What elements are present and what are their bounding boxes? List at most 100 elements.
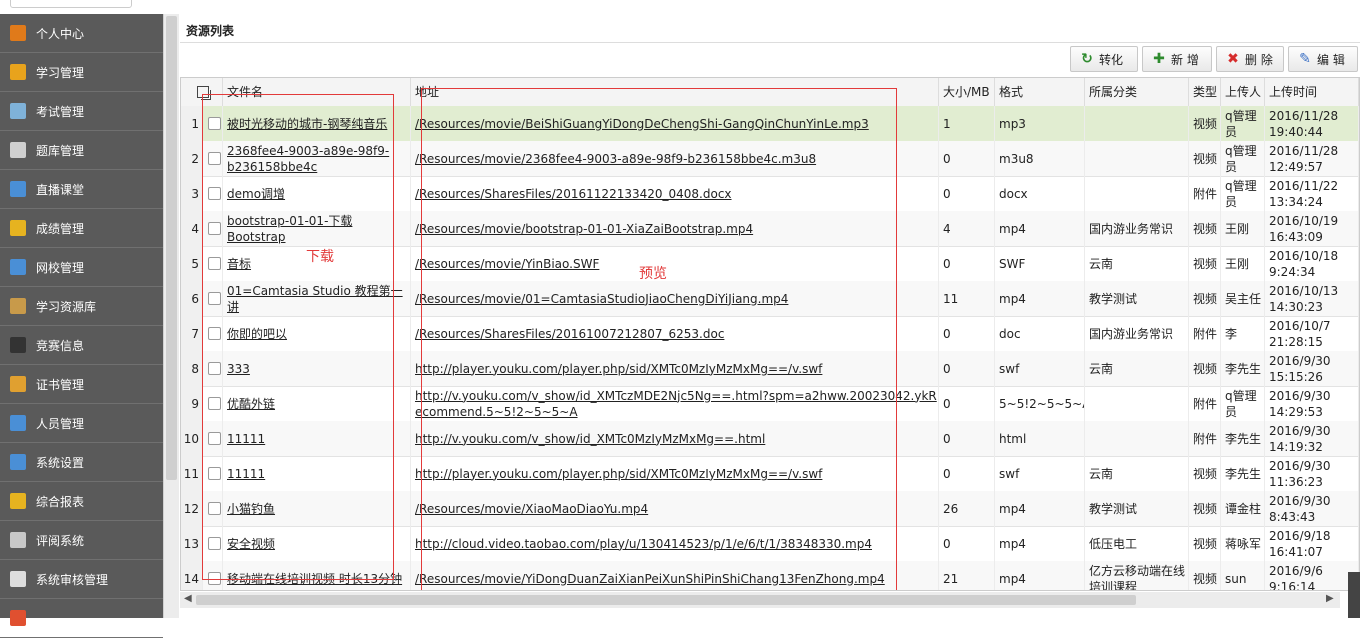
table-row[interactable]: 4 bootstrap-01-01-下载Bootstrap/Resources/m… bbox=[181, 211, 1359, 247]
delete-button[interactable]: ✖ 删 除 bbox=[1216, 46, 1284, 72]
row-number: 11 bbox=[181, 456, 203, 491]
cell-fmt: 5~5!2~5~5~A bbox=[995, 386, 1085, 421]
file-path-link[interactable]: /Resources/movie/2368fee4-9003-a89e-98f9… bbox=[415, 151, 816, 167]
file-path-link[interactable]: /Resources/movie/01=CamtasiaStudioJiaoCh… bbox=[415, 291, 788, 307]
file-name-link[interactable]: demo调增 bbox=[227, 186, 285, 202]
row-checkbox[interactable] bbox=[208, 327, 221, 340]
row-checkbox[interactable] bbox=[208, 572, 221, 585]
cell-cat bbox=[1085, 106, 1189, 141]
sidebar-item-8[interactable]: 竞赛信息 bbox=[0, 326, 163, 365]
file-path-link[interactable]: http://v.youku.com/v_show/id_XMTczMDE2Nj… bbox=[415, 388, 938, 420]
row-checkbox[interactable] bbox=[208, 362, 221, 375]
sidebar-item-9[interactable]: 证书管理 bbox=[0, 365, 163, 404]
table-row[interactable]: 13 安全视频 http://cloud.video.taobao.com/play… bbox=[181, 526, 1359, 562]
col-header-type[interactable]: 类型 bbox=[1189, 78, 1221, 106]
table-row[interactable]: 14 移动端在线培训视频 时长13分钟/Resources/movie/YiDon… bbox=[181, 561, 1359, 590]
row-checkbox[interactable] bbox=[208, 222, 221, 235]
file-name-link[interactable]: 优酷外链 bbox=[227, 396, 275, 412]
col-header-size[interactable]: 大小/MB bbox=[939, 78, 995, 106]
file-name-link[interactable]: 01=Camtasia Studio 教程第一讲 bbox=[227, 283, 410, 315]
file-path-link[interactable]: http://player.youku.com/player.php/sid/X… bbox=[415, 466, 822, 482]
file-name-link[interactable]: 11111 bbox=[227, 466, 265, 482]
file-path-link[interactable]: http://cloud.video.taobao.com/play/u/130… bbox=[415, 536, 872, 552]
file-name-link[interactable]: 2368fee4-9003-a89e-98f9-b236158bbe4c bbox=[227, 143, 410, 175]
file-name-link[interactable]: 音标 bbox=[227, 256, 251, 272]
row-checkbox[interactable] bbox=[208, 467, 221, 480]
scroll-right-arrow-icon[interactable]: ▶ bbox=[1326, 593, 1334, 604]
sidebar-item-2[interactable]: 考试管理 bbox=[0, 92, 163, 131]
horizontal-scrollbar[interactable]: ◀ ▶ bbox=[180, 592, 1340, 608]
cell-fmt: swf bbox=[995, 351, 1085, 386]
file-path-link[interactable]: /Resources/SharesFiles/20161007212807_62… bbox=[415, 326, 724, 342]
row-checkbox[interactable] bbox=[208, 292, 221, 305]
row-checkbox[interactable] bbox=[208, 257, 221, 270]
sidebar-item-1[interactable]: 学习管理 bbox=[0, 53, 163, 92]
table-row[interactable]: 7 你即的吧以/Resources/SharesFiles/20161007212… bbox=[181, 316, 1359, 352]
file-path-link[interactable]: /Resources/movie/bootstrap-01-01-XiaZaiB… bbox=[415, 221, 753, 237]
file-name-link[interactable]: 333 bbox=[227, 361, 250, 377]
cell-fmt: mp4 bbox=[995, 561, 1085, 590]
file-path-link[interactable]: http://v.youku.com/v_show/id_XMTc0MzIyMz… bbox=[415, 431, 765, 447]
file-path-link[interactable]: /Resources/SharesFiles/20161122133420_04… bbox=[415, 186, 732, 202]
sidebar-item-0[interactable]: 个人中心 bbox=[0, 14, 163, 53]
table-row[interactable]: 5 音标/Resources/movie/YinBiao.SWF 0 SWF 云南 视频王… bbox=[181, 246, 1359, 282]
table-row[interactable]: 2 2368fee4-9003-a89e-98f9-b236158bbe4c/Re… bbox=[181, 141, 1359, 177]
row-checkbox[interactable] bbox=[208, 537, 221, 550]
table-row[interactable]: 11 11111 http://player.youku.com/player.ph… bbox=[181, 456, 1359, 492]
col-header-format[interactable]: 格式 bbox=[995, 78, 1085, 106]
sidebar-item-4[interactable]: 直播课堂 bbox=[0, 170, 163, 209]
row-checkbox[interactable] bbox=[208, 432, 221, 445]
table-row[interactable]: 3 demo调增/Resources/SharesFiles/2016112213… bbox=[181, 176, 1359, 212]
file-name-link[interactable]: 11111 bbox=[227, 431, 265, 447]
file-path-link[interactable]: /Resources/movie/BeiShiGuangYiDongDeChen… bbox=[415, 116, 869, 132]
table-row[interactable]: 9 优酷外链 http://v.youku.com/v_show/id_XMTczM… bbox=[181, 386, 1359, 422]
sidebar-item-13[interactable]: 评阅系统 bbox=[0, 521, 163, 560]
table-row[interactable]: 12 小猫钓鱼/Resources/movie/XiaoMaoDiaoYu.mp4… bbox=[181, 491, 1359, 527]
file-name-link[interactable]: bootstrap-01-01-下载Bootstrap bbox=[227, 213, 410, 245]
sidebar-scrollbar[interactable] bbox=[163, 14, 179, 618]
sidebar-item-11[interactable]: 系统设置 bbox=[0, 443, 163, 482]
row-checkbox[interactable] bbox=[208, 397, 221, 410]
cell-text-fmt: mp4 bbox=[999, 221, 1026, 236]
file-name-link[interactable]: 被时光移动的城市-钢琴纯音乐 bbox=[227, 116, 387, 132]
row-checkbox[interactable] bbox=[208, 187, 221, 200]
col-header-path[interactable]: 地址 bbox=[411, 78, 939, 106]
copy-icon[interactable] bbox=[197, 86, 209, 98]
file-name-link[interactable]: 小猫钓鱼 bbox=[227, 501, 275, 517]
file-name-link[interactable]: 你即的吧以 bbox=[227, 326, 287, 342]
sidebar-item-14[interactable]: 系统审核管理 bbox=[0, 560, 163, 599]
sidebar-item-15[interactable] bbox=[0, 599, 163, 638]
edit-button[interactable]: ✎ 编 辑 bbox=[1288, 46, 1358, 72]
file-path-link[interactable]: http://player.youku.com/player.php/sid/X… bbox=[415, 361, 822, 377]
col-header-category[interactable]: 所属分类 bbox=[1085, 78, 1189, 106]
file-path-link[interactable]: /Resources/movie/YinBiao.SWF bbox=[415, 256, 599, 272]
horizontal-scrollbar-thumb[interactable] bbox=[196, 595, 1136, 605]
table-row[interactable]: 10 11111 http://v.youku.com/v_show/id_XMTc… bbox=[181, 421, 1359, 457]
table-row[interactable]: 1 被时光移动的城市-钢琴纯音乐/Resources/movie/BeiShiGu… bbox=[181, 106, 1359, 142]
sidebar-item-5[interactable]: 成绩管理 bbox=[0, 209, 163, 248]
sidebar-item-3[interactable]: 题库管理 bbox=[0, 131, 163, 170]
table-row[interactable]: 6 01=Camtasia Studio 教程第一讲/Resources/movi… bbox=[181, 281, 1359, 317]
row-checkbox[interactable] bbox=[208, 152, 221, 165]
row-checkbox[interactable] bbox=[208, 502, 221, 515]
select-all-cell[interactable] bbox=[181, 78, 223, 106]
sidebar-item-10[interactable]: 人员管理 bbox=[0, 404, 163, 443]
col-header-time[interactable]: 上传时间 bbox=[1265, 78, 1359, 106]
table-row[interactable]: 8 333 http://player.youku.com/player.php/s… bbox=[181, 351, 1359, 387]
cell-name: 11111 bbox=[223, 421, 411, 456]
row-checkbox[interactable] bbox=[208, 117, 221, 130]
col-header-uploader[interactable]: 上传人 bbox=[1221, 78, 1265, 106]
sidebar-item-7[interactable]: 学习资源库 bbox=[0, 287, 163, 326]
file-path-link[interactable]: /Resources/movie/XiaoMaoDiaoYu.mp4 bbox=[415, 501, 648, 517]
file-path-link[interactable]: /Resources/movie/YiDongDuanZaiXianPeiXun… bbox=[415, 571, 885, 587]
convert-button[interactable]: ↻ 转化 bbox=[1070, 46, 1138, 72]
sidebar-item-12[interactable]: 综合报表 bbox=[0, 482, 163, 521]
sidebar-item-6[interactable]: 网校管理 bbox=[0, 248, 163, 287]
col-header-name[interactable]: 文件名 bbox=[223, 78, 411, 106]
file-name-link[interactable]: 移动端在线培训视频 时长13分钟 bbox=[227, 571, 402, 587]
scrollbar-thumb[interactable] bbox=[166, 16, 177, 480]
cell-text-size: 0 bbox=[943, 186, 951, 201]
add-button[interactable]: ✚ 新 增 bbox=[1142, 46, 1212, 72]
file-name-link[interactable]: 安全视频 bbox=[227, 536, 275, 552]
scroll-left-arrow-icon[interactable]: ◀ bbox=[184, 593, 192, 604]
